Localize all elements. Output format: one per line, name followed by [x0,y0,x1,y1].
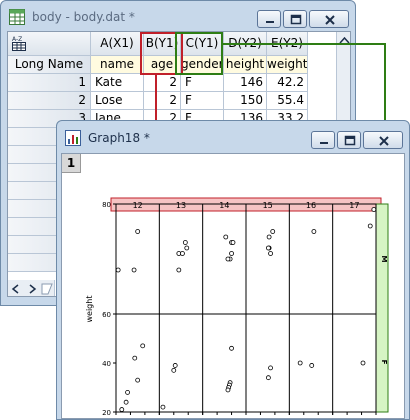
data-point [140,343,146,349]
data-point [176,267,182,273]
gender-row-label: M [380,256,388,263]
age-panel-label: 14 [219,201,229,210]
data-point [171,367,177,373]
gender-side-strip [375,203,389,413]
data-point [131,267,137,273]
y-axis-label: weight [85,296,94,323]
data-point [225,387,231,393]
data-point [360,360,366,366]
data-point [230,240,236,245]
close-icon [379,136,389,146]
trellis-scatter-chart[interactable]: 121314151617MF60802040weight120140160180… [62,154,404,418]
y-tick-label: 40 [102,360,111,368]
data-point [229,345,234,351]
data-point [268,251,273,256]
data-point [115,267,121,273]
data-point [135,377,141,383]
y-tick-label: 60 [102,311,111,319]
data-point [182,240,188,245]
graph-window: Graph18 * 1 12 13 14 15 16 17 M F 60 80 20 40 weight… [56,120,410,420]
data-point [265,375,271,381]
graph-close-button[interactable] [363,131,403,149]
data-point [225,256,231,262]
data-point [309,363,315,368]
graph-maximize-button[interactable] [337,131,361,149]
data-point [297,360,303,366]
graph-page[interactable]: 1 121314151617MF60802040weight1201401601… [61,153,405,419]
graph-title: Graph18 * [88,131,150,145]
data-point [311,229,317,234]
gender-row-label: F [380,360,388,365]
maximize-icon [344,135,356,146]
data-point [265,245,271,251]
age-panel-label: 12 [133,201,143,210]
data-point [119,407,125,412]
minimize-icon [320,142,328,144]
data-point [123,399,129,405]
data-point [184,245,190,251]
data-point [135,229,141,234]
graph-minimize-button[interactable] [311,131,335,149]
y-tick-label: 80 [102,201,111,209]
age-panel-label: 15 [263,201,273,210]
data-point [270,229,276,234]
data-point [172,363,178,368]
data-point [223,234,229,240]
data-point [367,223,373,229]
age-panel-label: 17 [349,201,359,210]
data-point [160,404,166,410]
data-point [266,234,272,240]
data-point [132,355,138,361]
data-point [125,389,130,395]
y-tick-label: 20 [102,409,111,417]
graph-icon [65,130,81,146]
data-point [180,251,185,256]
age-panel-label: 16 [306,201,316,210]
age-panel-label: 13 [176,201,186,210]
data-point [229,251,234,256]
graph-title-bar[interactable]: Graph18 * [57,121,409,151]
data-point [371,207,377,212]
data-point [268,365,273,371]
